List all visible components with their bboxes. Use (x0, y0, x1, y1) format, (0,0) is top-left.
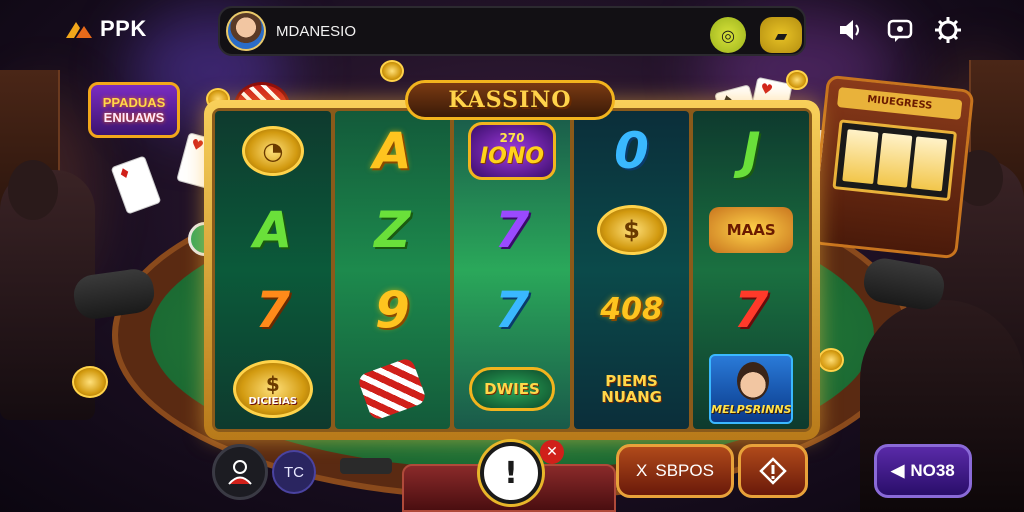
playing-card: ♦ (110, 155, 162, 215)
portrait-symbol: MELPSRINNS (709, 354, 794, 425)
cabinet-label: MIUEGRESS (836, 87, 963, 120)
mode-label: NO38 (910, 461, 955, 480)
logo-icon (66, 22, 92, 38)
reel-symbol[interactable]: $ (584, 197, 680, 263)
symbol-caption: MAAS (726, 221, 776, 240)
player-bar: MDANESIO ◎ ▰ (218, 6, 806, 56)
cross-icon: X (636, 461, 648, 480)
logo-text: PPK (100, 16, 147, 41)
gold-coin (380, 60, 404, 82)
reel-symbol[interactable]: $ DICIEIAS (225, 356, 321, 422)
settings-button[interactable] (932, 14, 964, 46)
close-icon[interactable]: ✕ (540, 440, 564, 464)
coin-button[interactable]: ◎ (710, 17, 746, 53)
badge-word: IONO (479, 144, 544, 170)
bonus-label-symbol: PIEMS NUANG (601, 373, 662, 405)
reel-symbol[interactable]: A (344, 118, 440, 184)
slot-cabinet: MIUEGRESS (809, 74, 975, 260)
symbol-line-2: NUANG (601, 388, 662, 407)
reel-2: A Z 9 (334, 111, 451, 429)
ticket-icon: ▰ (774, 25, 788, 45)
gold-coin (72, 366, 108, 398)
back-arrow-icon: ◀ (891, 461, 905, 480)
gear-icon (935, 17, 961, 43)
reel-symbol[interactable]: MAAS (703, 197, 799, 263)
candy-cane-symbol (356, 356, 428, 422)
reel-symbol[interactable]: Z (344, 197, 440, 263)
portrait-face (737, 362, 770, 401)
info-button[interactable] (738, 444, 808, 498)
card-slot (340, 458, 392, 474)
promo-sign[interactable]: PPADUAS ENIUAWS (88, 82, 180, 138)
spins-button[interactable]: X SBPOS (616, 444, 734, 498)
crown-symbol: MAAS (709, 207, 794, 254)
promo-line-2: ENIUAWS (103, 110, 165, 125)
reel-symbol[interactable]: A (225, 197, 321, 263)
reel-symbol[interactable]: 270 IONO (464, 118, 560, 184)
slot-machine: ◔ A 7 $ DICIEIAS A Z 9 270 IONO 7 7 DWIE… (204, 100, 820, 440)
reel-symbol[interactable]: J (703, 118, 799, 184)
gold-coin (818, 348, 844, 372)
cabinet-reel (842, 129, 879, 185)
sound-button[interactable] (834, 14, 866, 46)
machine-title-text: KASSINO (448, 87, 572, 113)
reel-symbol[interactable]: 0 (584, 118, 680, 184)
app-logo[interactable]: PPK (64, 16, 147, 42)
promo-line-1: PPADUAS (102, 95, 166, 110)
reel-symbol[interactable]: 7 (464, 277, 560, 343)
cabinet-reel (911, 136, 948, 192)
diamond-alert-icon (759, 457, 787, 485)
chat-button[interactable] (884, 14, 916, 46)
coin-symbol-icon: $ (596, 205, 667, 256)
wild-badge: DWIES (468, 367, 555, 412)
portrait-caption: MELPSRINNS (711, 403, 792, 417)
reel-1: ◔ A 7 $ DICIEIAS (215, 111, 331, 429)
profile-button[interactable] (212, 444, 268, 500)
reel-symbol[interactable]: 7 (225, 277, 321, 343)
cabinet-reel (876, 132, 913, 188)
machine-title: KASSINO (405, 80, 615, 120)
gold-coin (786, 70, 808, 90)
dollar-icon: $ (265, 371, 280, 396)
mode-button[interactable]: ◀ NO38 (874, 444, 972, 498)
reel-symbol[interactable]: PIEMS NUANG (584, 356, 680, 422)
coin-icon: ◎ (721, 25, 735, 45)
jackpot-badge: 270 IONO (467, 121, 556, 180)
coin-symbol-icon: ◔ (241, 125, 304, 176)
reel-5: J MAAS 7 MELPSRINNS (693, 111, 809, 429)
reel-symbol[interactable]: DWIES (464, 356, 560, 422)
symbol-line-1: PIEMS (605, 372, 658, 391)
reel-symbol[interactable]: 408 (584, 277, 680, 343)
player-name: MDANESIO (276, 22, 357, 40)
symbol-caption: DICIEIAS (248, 395, 298, 407)
avatar[interactable] (226, 11, 266, 51)
spin-button[interactable]: ! (480, 442, 542, 504)
spins-label: SBPOS (655, 461, 714, 480)
reel-4: 0 $ 408 PIEMS NUANG (573, 111, 690, 429)
spectator-head (8, 160, 58, 220)
sound-icon (840, 20, 859, 40)
reel-symbol[interactable]: 7 (703, 277, 799, 343)
ticket-button[interactable]: ▰ (760, 17, 802, 53)
reel-symbol[interactable]: 7 (464, 197, 560, 263)
money-bag-symbol: $ DICIEIAS (232, 360, 313, 419)
reel-symbol[interactable]: ◔ (225, 118, 321, 184)
user-icon (228, 460, 252, 485)
reel-symbol[interactable]: MELPSRINNS (703, 354, 799, 425)
chat-icon (887, 19, 913, 42)
reel-symbol[interactable]: 9 (344, 277, 440, 343)
tc-button[interactable]: TC (272, 450, 316, 494)
reel-symbol[interactable] (344, 356, 440, 422)
cabinet-screen (832, 119, 958, 202)
badge-word: DWIES (484, 380, 540, 399)
reel-3: 270 IONO 7 7 DWIES (454, 111, 570, 429)
reel-window: ◔ A 7 $ DICIEIAS A Z 9 270 IONO 7 7 DWIE… (212, 108, 812, 432)
